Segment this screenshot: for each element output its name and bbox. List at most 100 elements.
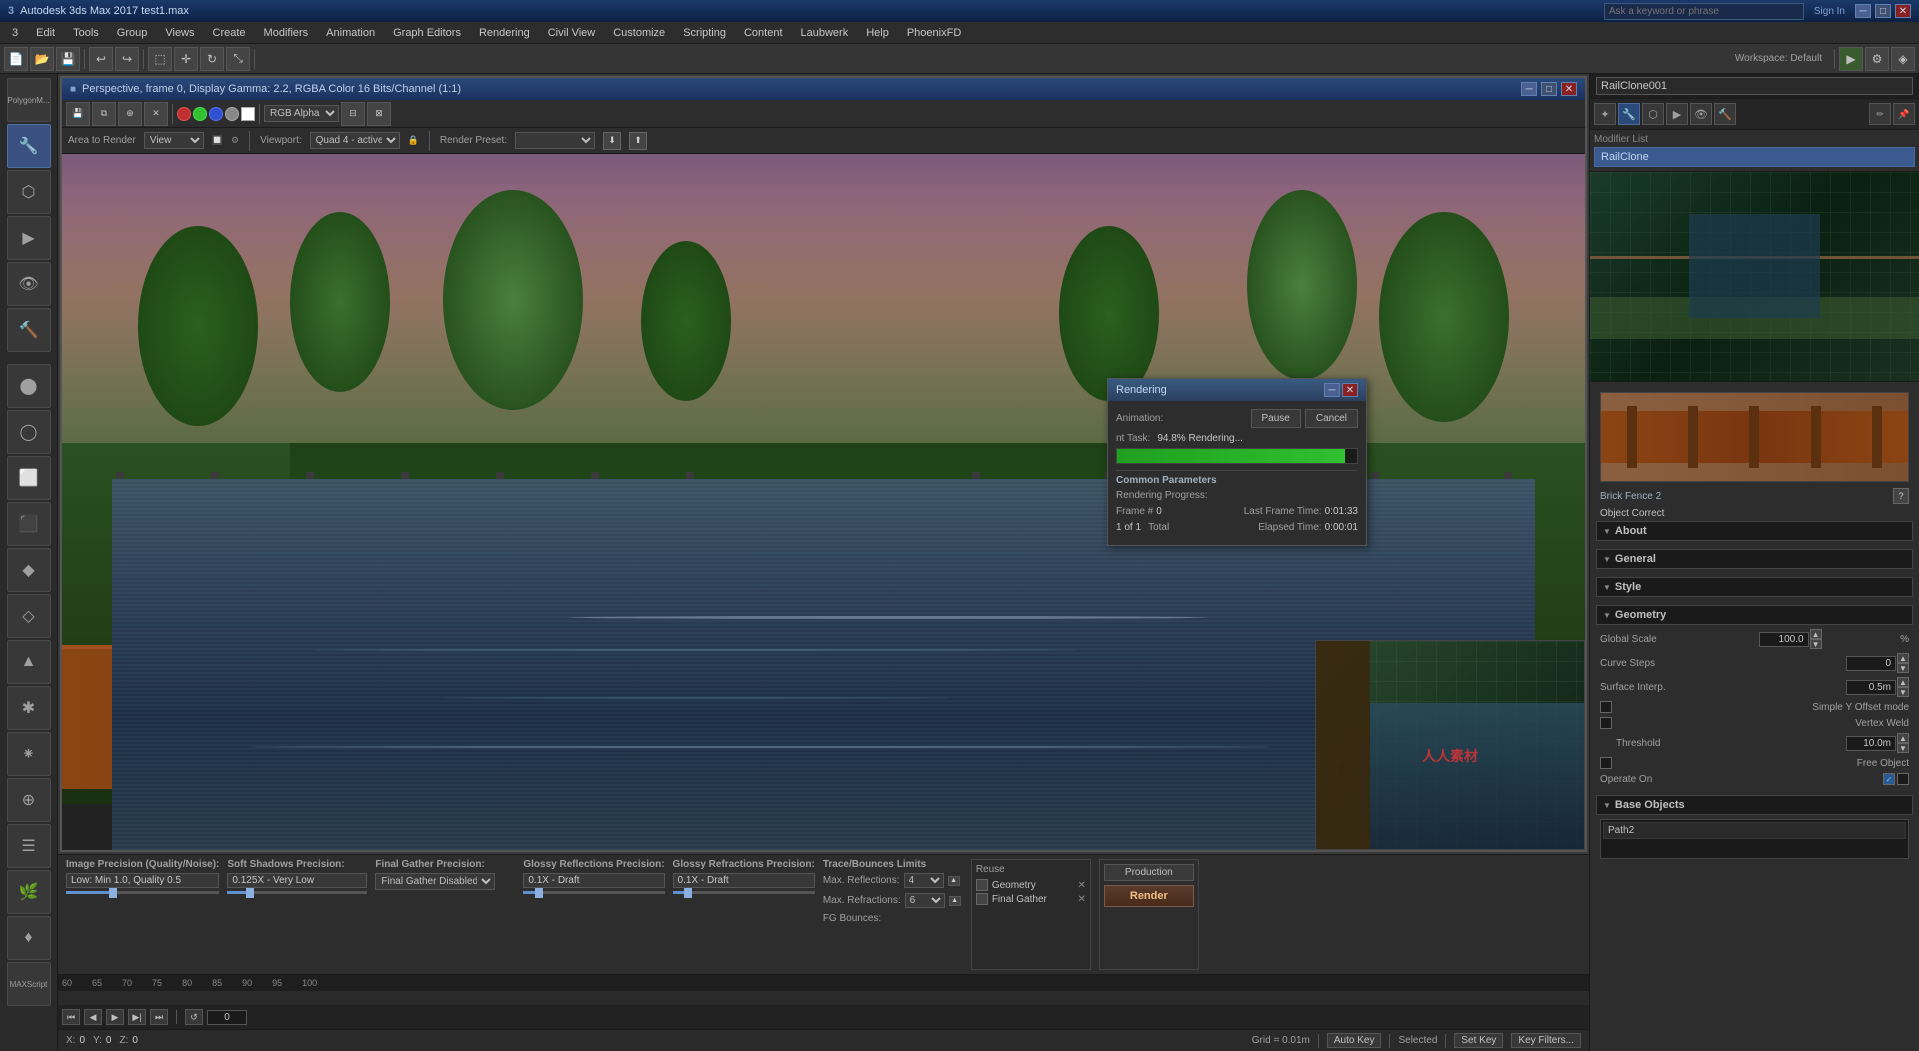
render-clone-btn[interactable]: ⊕ xyxy=(118,102,142,126)
preset-select[interactable] xyxy=(515,132,595,149)
sign-in-link[interactable]: Sign In xyxy=(1814,6,1845,17)
sidebar-btn-1[interactable]: ⬤ xyxy=(7,364,51,408)
maximize-button[interactable]: □ xyxy=(1875,4,1891,18)
search-input[interactable] xyxy=(1604,3,1804,20)
operate-check-1[interactable] xyxy=(1883,773,1895,785)
sidebar-create[interactable]: Polygon M... xyxy=(7,78,51,122)
menu-graph-editors[interactable]: Graph Editors xyxy=(385,25,469,41)
vertex-weld-checkbox[interactable] xyxy=(1600,717,1612,729)
sidebar-display[interactable]: 👁 xyxy=(7,262,51,306)
area-select[interactable]: View xyxy=(144,132,204,149)
sidebar-btn-7[interactable]: ▲ xyxy=(7,640,51,684)
render-display-btn[interactable]: ⊟ xyxy=(341,102,365,126)
channel-a[interactable] xyxy=(225,107,239,121)
global-scale-input[interactable] xyxy=(1759,632,1809,647)
sidebar-btn-12[interactable]: 🌿 xyxy=(7,870,51,914)
render-clear-btn[interactable]: ⊠ xyxy=(367,102,391,126)
redo-button[interactable]: ↪ xyxy=(115,47,139,71)
set-key-button[interactable]: Set Key xyxy=(1454,1033,1503,1048)
final-gather-checkbox[interactable] xyxy=(976,893,988,905)
scale-button[interactable]: ⤡ xyxy=(226,47,250,71)
rotate-button[interactable]: ↻ xyxy=(200,47,224,71)
operate-check-2[interactable] xyxy=(1897,773,1909,785)
free-object-checkbox[interactable] xyxy=(1600,757,1612,769)
select-button[interactable]: ⬚ xyxy=(148,47,172,71)
tl-prev-btn[interactable]: ◀ xyxy=(84,1009,102,1025)
tab-utilities[interactable]: 🔨 xyxy=(1714,103,1736,125)
style-section-header[interactable]: ▼ Style xyxy=(1596,577,1913,597)
sidebar-hierarchy[interactable]: ⬡ xyxy=(7,170,51,214)
production-button[interactable]: Production xyxy=(1104,864,1194,881)
sidebar-btn-9[interactable]: ⁕ xyxy=(7,732,51,776)
object-name-input[interactable] xyxy=(1596,77,1913,95)
glossy-reflections-slider[interactable] xyxy=(523,891,664,894)
sidebar-btn-2[interactable]: ◯ xyxy=(7,410,51,454)
sidebar-modify[interactable]: 🔧 xyxy=(7,124,51,168)
menu-group[interactable]: Group xyxy=(109,25,156,41)
menu-3[interactable]: 3 xyxy=(4,25,26,41)
geometry-checkbox[interactable] xyxy=(976,879,988,891)
max-ref-up[interactable]: ▲ xyxy=(948,876,960,886)
sidebar-btn-8[interactable]: ✱ xyxy=(7,686,51,730)
global-scale-down[interactable]: ▼ xyxy=(1810,639,1822,649)
slider-thumb[interactable] xyxy=(109,888,117,898)
render-window-close[interactable]: ✕ xyxy=(1561,82,1577,96)
surface-interp-up[interactable]: ▲ xyxy=(1897,677,1909,687)
max-ref-select[interactable]: 4 xyxy=(904,873,944,888)
menu-animation[interactable]: Animation xyxy=(318,25,383,41)
general-header[interactable]: ▼ General xyxy=(1596,549,1913,569)
tab-motion[interactable]: ▶ xyxy=(1666,103,1688,125)
dialog-close[interactable]: ✕ xyxy=(1342,383,1358,397)
channel-white[interactable] xyxy=(241,107,255,121)
railclone-modifier[interactable]: RailClone xyxy=(1594,147,1915,167)
undo-button[interactable]: ↩ xyxy=(89,47,113,71)
channel-r[interactable] xyxy=(177,107,191,121)
tl-next-btn[interactable]: ▶| xyxy=(128,1009,146,1025)
frame-counter[interactable]: 0 xyxy=(207,1010,247,1025)
render-save-btn[interactable]: 💾 xyxy=(66,102,90,126)
menu-help[interactable]: Help xyxy=(858,25,897,41)
sidebar-btn-13[interactable]: ♦ xyxy=(7,916,51,960)
close-button[interactable]: ✕ xyxy=(1895,4,1911,18)
menu-tools[interactable]: Tools xyxy=(65,25,107,41)
render-close-btn[interactable]: ✕ xyxy=(144,102,168,126)
menu-scripting[interactable]: Scripting xyxy=(675,25,734,41)
channel-g[interactable] xyxy=(193,107,207,121)
sidebar-motion[interactable]: ▶ xyxy=(7,216,51,260)
tab-pin-btn[interactable]: 📌 xyxy=(1893,103,1915,125)
global-scale-up[interactable]: ▲ xyxy=(1810,629,1822,639)
max-refr-up[interactable]: ▲ xyxy=(949,896,961,906)
open-button[interactable]: 📂 xyxy=(30,47,54,71)
geometry-header[interactable]: ▼ Geometry xyxy=(1596,605,1913,625)
menu-create[interactable]: Create xyxy=(205,25,254,41)
surface-interp-input[interactable] xyxy=(1846,680,1896,695)
auto-key-button[interactable]: Auto Key xyxy=(1327,1033,1382,1048)
slider-thumb-3[interactable] xyxy=(535,888,543,898)
dialog-minimize[interactable]: ─ xyxy=(1324,383,1340,397)
menu-rendering[interactable]: Rendering xyxy=(471,25,538,41)
surface-interp-down[interactable]: ▼ xyxy=(1897,687,1909,697)
tl-loop-btn[interactable]: ↺ xyxy=(185,1009,203,1025)
channel-select[interactable]: RGB Alpha xyxy=(264,105,339,122)
save-button[interactable]: 💾 xyxy=(56,47,80,71)
scene-viewport-right[interactable] xyxy=(1590,172,1919,382)
soft-shadows-slider[interactable] xyxy=(227,891,367,894)
render-button[interactable]: Render xyxy=(1104,885,1194,907)
tab-hierarchy[interactable]: ⬡ xyxy=(1642,103,1664,125)
tab-display[interactable]: 👁 xyxy=(1690,103,1712,125)
glossy-refractions-slider[interactable] xyxy=(673,891,815,894)
tl-end-btn[interactable]: ⏭ xyxy=(150,1009,168,1025)
move-button[interactable]: ✛ xyxy=(174,47,198,71)
menu-edit[interactable]: Edit xyxy=(28,25,63,41)
sidebar-maxscript[interactable]: MAXScript xyxy=(7,962,51,1006)
about-header[interactable]: ▼ About xyxy=(1596,521,1913,541)
final-gather-select[interactable]: Final Gather Disabled xyxy=(375,873,495,890)
menu-civil-view[interactable]: Civil View xyxy=(540,25,603,41)
geometry-close[interactable]: ✕ xyxy=(1077,880,1085,891)
simple-y-checkbox[interactable] xyxy=(1600,701,1612,713)
menu-views[interactable]: Views xyxy=(157,25,202,41)
curve-steps-input[interactable] xyxy=(1846,656,1896,671)
tl-play-btn[interactable]: ▶ xyxy=(106,1009,124,1025)
menu-content[interactable]: Content xyxy=(736,25,791,41)
timeline-track[interactable] xyxy=(58,991,1589,1005)
